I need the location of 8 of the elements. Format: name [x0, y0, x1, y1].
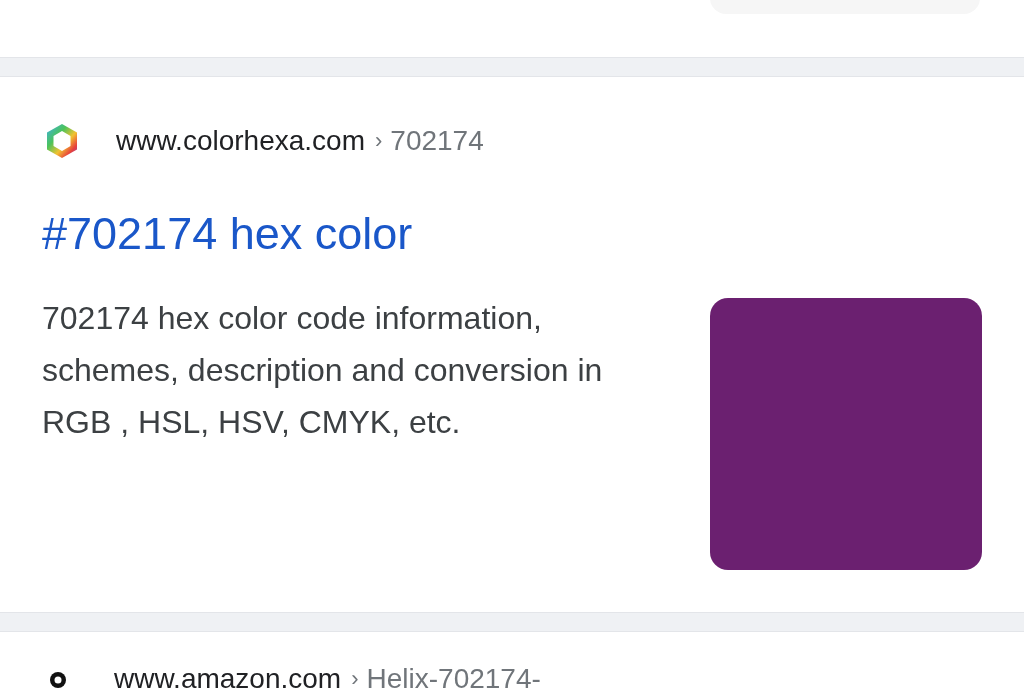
breadcrumb-separator: › [375, 128, 383, 154]
url-path: 702174 [390, 125, 484, 157]
site-url[interactable]: www.colorhexa.com [116, 125, 365, 157]
site-url[interactable]: www.amazon.com [114, 663, 342, 695]
result-title-link[interactable]: #702174 hex color [42, 206, 982, 262]
result-snippet: 702174 hex color code information, schemes, description and conversion in RGB , HSL, HSV, CMYK, etc. [42, 299, 604, 442]
breadcrumb-separator: › [351, 666, 359, 692]
url-path: Helix-702174- [366, 663, 541, 695]
